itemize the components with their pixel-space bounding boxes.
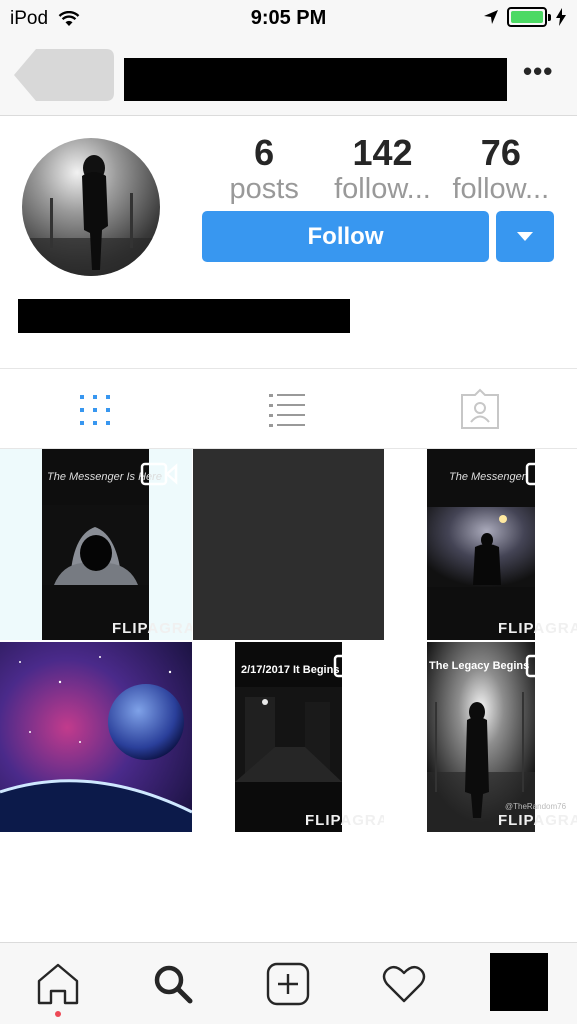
suggestions-dropdown-button[interactable] bbox=[496, 211, 554, 262]
post-thumbnail[interactable] bbox=[193, 449, 384, 640]
post-thumbnail[interactable] bbox=[0, 642, 192, 832]
bottom-tab-bar bbox=[0, 942, 577, 1024]
home-icon[interactable] bbox=[35, 961, 81, 1007]
flipagram-watermark: FLIPAGRAM bbox=[498, 812, 577, 829]
battery-icon bbox=[507, 7, 551, 27]
flipagram-watermark: FLIPAGRAM bbox=[112, 620, 192, 637]
tagged-photos-icon[interactable] bbox=[457, 387, 503, 433]
post-thumbnail[interactable]: The Legacy Begins @TheRandom76 FLIPAGRAM bbox=[385, 642, 577, 832]
dark-alley-image bbox=[235, 687, 342, 782]
hooded-person-image bbox=[42, 505, 149, 585]
space-planet-image bbox=[0, 642, 192, 832]
battery-level bbox=[511, 11, 543, 23]
chevron-down-icon bbox=[517, 232, 533, 241]
view-tabs bbox=[0, 369, 577, 449]
notification-dot bbox=[55, 1011, 61, 1017]
hooded-figure-image bbox=[22, 155, 160, 276]
stat-followers[interactable]: 142 follow... bbox=[323, 133, 441, 205]
status-bar: iPod 9:05 PM bbox=[0, 0, 577, 36]
flipagram-watermark: FLIPAGRAM bbox=[498, 620, 577, 637]
location-arrow-icon bbox=[484, 10, 498, 24]
post-handle: @TheRandom76 bbox=[505, 802, 567, 811]
stat-value: 6 bbox=[254, 133, 275, 173]
avatar[interactable] bbox=[22, 138, 160, 276]
foggy-figure-image bbox=[427, 507, 535, 587]
post-caption: 2/17/2017 It Begins bbox=[241, 664, 340, 676]
video-camera-icon bbox=[333, 654, 371, 678]
post-thumbnail[interactable]: The Messenger FLIPAGRAM bbox=[385, 449, 577, 640]
search-icon[interactable] bbox=[150, 961, 196, 1007]
profile-username-redacted bbox=[124, 58, 507, 101]
profile-tab[interactable] bbox=[490, 953, 548, 1011]
follow-button[interactable]: Follow bbox=[202, 211, 489, 262]
post-caption: The Legacy Begins bbox=[429, 660, 530, 672]
post-caption: The Messenger bbox=[449, 471, 526, 483]
post-thumbnail[interactable]: 2/17/2017 It Begins FLIPAGRAM bbox=[193, 642, 384, 832]
charging-bolt-icon bbox=[556, 8, 566, 26]
stat-posts[interactable]: 6 posts bbox=[205, 133, 323, 205]
profile-header: 6 posts 142 follow... 76 follow... Follo… bbox=[0, 117, 577, 369]
video-camera-icon bbox=[140, 462, 178, 486]
stat-value: 142 bbox=[352, 133, 413, 173]
stat-label: follow... bbox=[334, 173, 431, 205]
status-right bbox=[483, 7, 567, 27]
stat-following[interactable]: 76 follow... bbox=[442, 133, 560, 205]
video-camera-icon bbox=[525, 462, 563, 486]
profile-stats: 6 posts 142 follow... 76 follow... bbox=[205, 133, 560, 205]
stat-value: 76 bbox=[480, 133, 521, 173]
stat-label: posts bbox=[229, 173, 299, 205]
back-arrow-icon[interactable] bbox=[14, 49, 114, 101]
stat-label: follow... bbox=[452, 173, 550, 205]
battery-tip bbox=[548, 14, 551, 21]
more-dots-icon[interactable]: ••• bbox=[523, 58, 557, 86]
add-post-icon[interactable] bbox=[265, 961, 311, 1007]
list-icon[interactable] bbox=[264, 387, 310, 433]
grid-icon[interactable] bbox=[72, 387, 118, 433]
profile-name-redacted bbox=[18, 299, 350, 333]
flipagram-watermark: FLIPAGRAM bbox=[305, 812, 384, 829]
activity-heart-icon[interactable] bbox=[381, 961, 427, 1007]
nav-bar: ••• bbox=[0, 36, 577, 116]
video-camera-icon bbox=[525, 654, 563, 678]
post-thumbnail[interactable]: The Messenger Is Here FLIPAGRAM bbox=[0, 449, 192, 640]
